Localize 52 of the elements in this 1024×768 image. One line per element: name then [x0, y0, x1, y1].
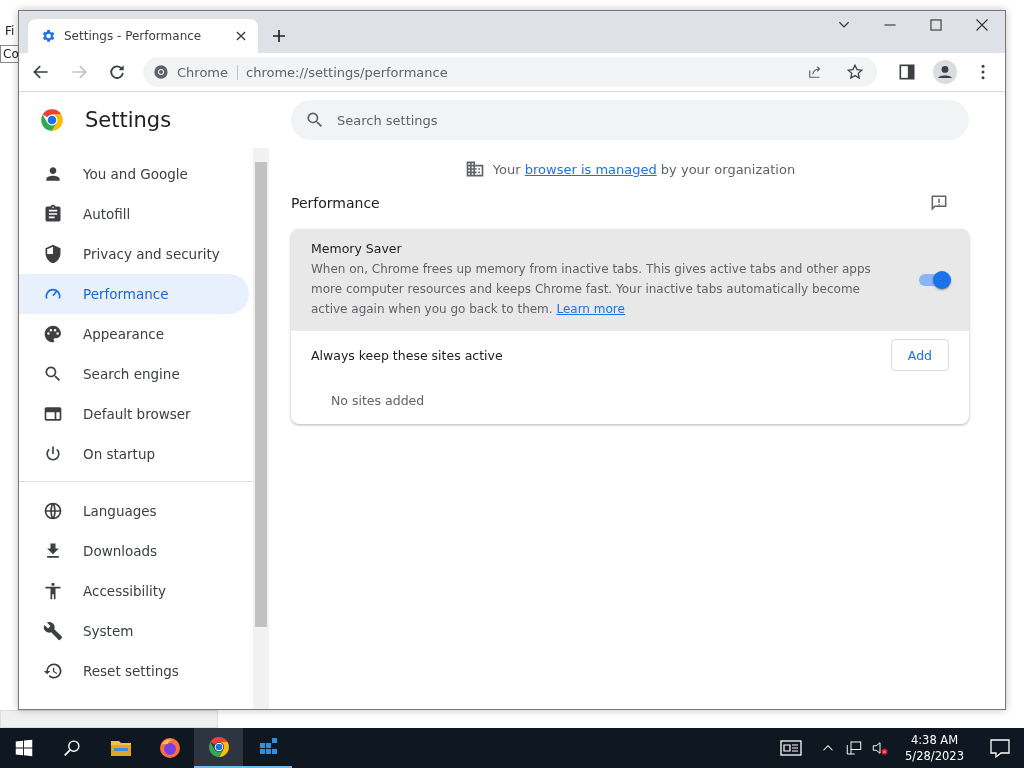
- learn-more-link[interactable]: Learn more: [556, 302, 625, 316]
- search-field[interactable]: Search settings: [291, 100, 969, 140]
- browser-tab[interactable]: Settings - Performance: [28, 19, 258, 53]
- accessibility-icon: [43, 581, 63, 601]
- search-icon: [305, 110, 325, 130]
- new-tab-icon[interactable]: [270, 27, 288, 45]
- chrome-logo-icon: [39, 107, 65, 133]
- menu-item[interactable]: Fi: [5, 24, 15, 38]
- add-button[interactable]: Add: [890, 339, 949, 371]
- toggle-switch[interactable]: [919, 274, 949, 286]
- nav-item[interactable]: Appearance: [19, 314, 249, 354]
- settings-title: Settings: [85, 108, 172, 132]
- browser-window-icon: [43, 404, 63, 424]
- nav-item[interactable]: Languages: [19, 491, 249, 531]
- managed-notice: Your browser is managed by your organization: [492, 161, 796, 177]
- palette-icon: [43, 324, 63, 344]
- empty-message: No sites added: [330, 392, 426, 410]
- search-icon: [43, 364, 63, 384]
- nav-item[interactable]: Downloads: [19, 531, 249, 571]
- nav-item[interactable]: Reset settings: [19, 651, 249, 691]
- gear-icon: [40, 28, 56, 44]
- section-title: Performance: [291, 195, 380, 211]
- feedback-icon[interactable]: [929, 193, 949, 213]
- globe-icon: [43, 501, 63, 521]
- clipboard-icon: [43, 204, 63, 224]
- nav-item[interactable]: You and Google: [19, 154, 249, 194]
- history-icon: [43, 661, 63, 681]
- vertical-scrollbar[interactable]: [253, 148, 269, 709]
- nav-item[interactable]: Performance: [19, 274, 249, 314]
- taskbar-app[interactable]: [194, 728, 243, 768]
- sites-label: Always keep these sites active: [311, 347, 503, 363]
- nav-item[interactable]: Search engine: [19, 354, 249, 394]
- shield-icon: [43, 244, 63, 264]
- managed-link[interactable]: browser is managed: [524, 161, 657, 177]
- nav-item[interactable]: On startup: [19, 434, 249, 474]
- clock-time[interactable]: 4:38 AM: [910, 732, 959, 748]
- nav-item[interactable]: Accessibility: [19, 571, 249, 611]
- horizontal-scrollbar[interactable]: [0, 710, 218, 728]
- setting-title: Memory Saver: [311, 241, 403, 256]
- wrench-icon: [43, 621, 63, 641]
- nav-item[interactable]: Autofill: [19, 194, 249, 234]
- address-bar[interactable]: Chrome chrome://settings/performance: [143, 57, 877, 87]
- nav-item[interactable]: Default browser: [19, 394, 249, 434]
- chrome-icon: [206, 735, 231, 759]
- setting-description: When on, Chrome frees up memory from inactive tabs. This gives active tabs and other apps more computer resources and keeps Chrome fast. Your inactive tabs automatically become active again when you go back to them. Learn more: [311, 261, 872, 318]
- close-icon[interactable]: [234, 29, 248, 43]
- clock-date[interactable]: 5/28/2023: [905, 748, 964, 764]
- firefox-icon: [157, 736, 182, 760]
- building-icon: [464, 159, 485, 179]
- nav-item[interactable]: Privacy and security: [19, 234, 249, 274]
- chrome-logo-icon: [153, 64, 169, 80]
- nav-item[interactable]: System: [19, 611, 249, 651]
